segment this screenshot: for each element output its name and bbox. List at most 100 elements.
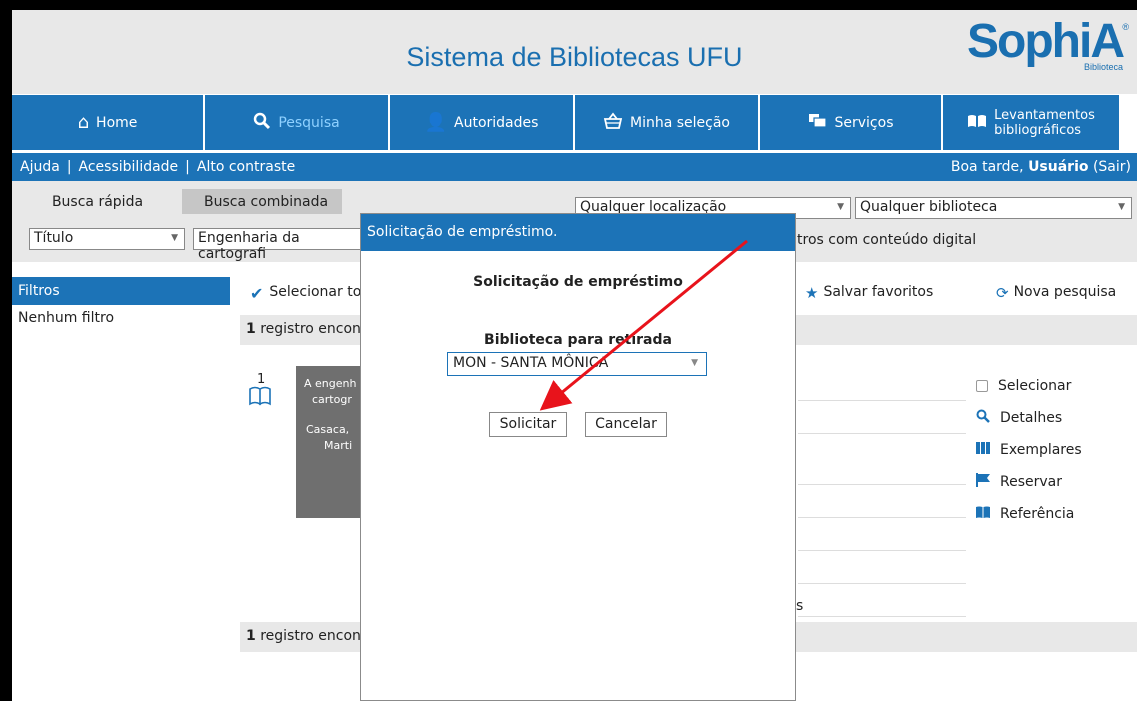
record-index: 1 — [257, 372, 266, 387]
divider — [798, 583, 966, 584]
search-icon — [976, 409, 990, 427]
results-text: registro encont — [260, 321, 367, 337]
record-detail-text: s — [796, 598, 804, 614]
book-cover[interactable]: A engenh cartogr Casaca, Marti — [296, 366, 366, 518]
cover-text: A engenh — [304, 377, 357, 390]
new-search-label: Nova pesquisa — [1013, 284, 1117, 300]
cover-text: Casaca, — [306, 423, 350, 436]
greeting: Boa tarde, Usuário (Sair) — [951, 159, 1131, 175]
results-text: registro encont — [260, 628, 367, 644]
divider — [798, 550, 966, 551]
details-action[interactable]: Detalhes — [976, 402, 1082, 434]
user-name: Usuário — [1028, 159, 1089, 175]
field-value: Título — [34, 230, 74, 246]
divider — [798, 433, 966, 434]
reserve-action[interactable]: Reservar — [976, 466, 1082, 498]
nav-levantamentos-line1: Levantamentos — [994, 107, 1095, 123]
main-nav: ⌂ Home Pesquisa 👤 Autoridades Minha sele… — [12, 95, 1137, 150]
books-icon — [967, 114, 987, 132]
digital-content-option[interactable]: tros com conteúdo digital — [797, 232, 976, 248]
search-term-input[interactable]: Engenharia da cartografi — [193, 228, 373, 262]
dialog-title-bar: Solicitação de empréstimo. — [361, 214, 795, 251]
copies-action[interactable]: Exemplares — [976, 434, 1082, 466]
results-count: 1 — [246, 628, 256, 644]
dialog-heading: Solicitação de empréstimo — [473, 274, 683, 290]
search-term-value: Engenharia da cartografi — [198, 230, 300, 262]
filters-title: Filtros — [12, 277, 230, 305]
copies-icon — [976, 442, 990, 458]
utility-bar: Ajuda | Acessibilidade | Alto contraste … — [12, 153, 1137, 181]
nav-autoridades[interactable]: 👤 Autoridades — [390, 95, 573, 150]
logo-text: SophiA — [967, 15, 1125, 68]
separator: | — [66, 159, 72, 175]
field-select[interactable]: Título ▼ — [29, 228, 185, 250]
pickup-library-label: Biblioteca para retirada — [484, 332, 672, 348]
nav-servicos-label: Serviços — [834, 114, 894, 131]
nav-minha-selecao-label: Minha seleção — [630, 114, 730, 131]
tab-busca-rapida[interactable]: Busca rápida — [20, 189, 175, 214]
greeting-text: Boa tarde, — [950, 159, 1024, 175]
checkbox-icon[interactable] — [976, 380, 988, 392]
record-actions: Selecionar Detalhes Exemplares Reservar … — [976, 370, 1082, 530]
solicitar-button[interactable]: Solicitar — [489, 412, 567, 437]
details-label: Detalhes — [1000, 410, 1063, 426]
check-icon: ✔ — [250, 284, 264, 303]
divider — [798, 484, 966, 485]
nav-autoridades-label: Autoridades — [454, 114, 539, 131]
results-count: 1 — [246, 321, 256, 337]
star-icon: ★ — [805, 284, 819, 302]
reference-action[interactable]: Referência — [976, 498, 1082, 530]
basket-icon — [603, 112, 623, 134]
chevron-down-icon: ▼ — [171, 233, 178, 243]
nav-levantamentos[interactable]: Levantamentos bibliográficos — [943, 95, 1119, 150]
pickup-library-value: MON - SANTA MÔNICA — [453, 355, 609, 371]
header: Sistema de Bibliotecas UFU SophiA Biblio… — [12, 10, 1137, 94]
new-search-button[interactable]: ⟳ Nova pesquisa — [996, 284, 1116, 302]
save-favorites-button[interactable]: ★ Salvar favoritos — [805, 284, 933, 302]
nav-home[interactable]: ⌂ Home — [12, 95, 203, 150]
cover-text: cartogr — [312, 393, 352, 406]
logo-registered: ® — [1122, 22, 1129, 32]
save-favorites-label: Salvar favoritos — [823, 284, 934, 300]
select-all-label: Selecionar to — [269, 284, 362, 300]
home-icon: ⌂ — [77, 111, 90, 133]
nav-servicos[interactable]: Serviços — [760, 95, 941, 150]
nav-pesquisa-label: Pesquisa — [278, 114, 340, 131]
reserve-label: Reservar — [1000, 474, 1062, 490]
authorities-icon: 👤 — [424, 111, 447, 133]
page-frame: Sistema de Bibliotecas UFU SophiA Biblio… — [12, 10, 1137, 701]
services-icon — [808, 113, 828, 133]
chevron-down-icon: ▼ — [837, 202, 844, 212]
refresh-search-icon: ⟳ — [996, 284, 1009, 302]
tab-busca-combinada[interactable]: Busca combinada — [182, 189, 342, 214]
select-record-label: Selecionar — [998, 378, 1072, 394]
reference-label: Referência — [1000, 506, 1075, 522]
no-filter-text: Nenhum filtro — [18, 310, 115, 326]
cover-text: Marti — [324, 439, 353, 452]
nav-home-label: Home — [96, 114, 138, 131]
pickup-library-select[interactable]: MON - SANTA MÔNICA ▼ — [447, 352, 707, 376]
sophia-logo[interactable]: SophiA Biblioteca ® — [967, 15, 1129, 73]
library-select[interactable]: Qualquer biblioteca ▼ — [855, 197, 1132, 219]
filters-panel: Filtros Nenhum filtro — [12, 277, 230, 331]
nav-levantamentos-label: Levantamentos bibliográficos — [994, 108, 1095, 138]
chevron-down-icon: ▼ — [1118, 202, 1125, 212]
library-value: Qualquer biblioteca — [860, 199, 998, 215]
cancelar-button[interactable]: Cancelar — [585, 412, 667, 437]
accessibility-link[interactable]: Acessibilidade — [79, 159, 179, 175]
nav-minha-selecao[interactable]: Minha seleção — [575, 95, 758, 150]
select-record-action[interactable]: Selecionar — [976, 370, 1082, 402]
high-contrast-link[interactable]: Alto contraste — [197, 159, 295, 175]
books-icon — [976, 506, 990, 522]
loan-request-dialog: Solicitação de empréstimo. Solicitação d… — [360, 213, 796, 701]
divider — [798, 616, 966, 617]
book-icon — [248, 386, 272, 410]
divider — [798, 400, 966, 401]
search-icon — [253, 112, 271, 134]
chevron-down-icon: ▼ — [691, 358, 698, 368]
select-all-button[interactable]: ✔ Selecionar to — [250, 284, 361, 303]
logout-link[interactable]: (Sair) — [1093, 159, 1131, 175]
help-link[interactable]: Ajuda — [20, 159, 60, 175]
separator: | — [185, 159, 190, 175]
nav-pesquisa[interactable]: Pesquisa — [205, 95, 388, 150]
